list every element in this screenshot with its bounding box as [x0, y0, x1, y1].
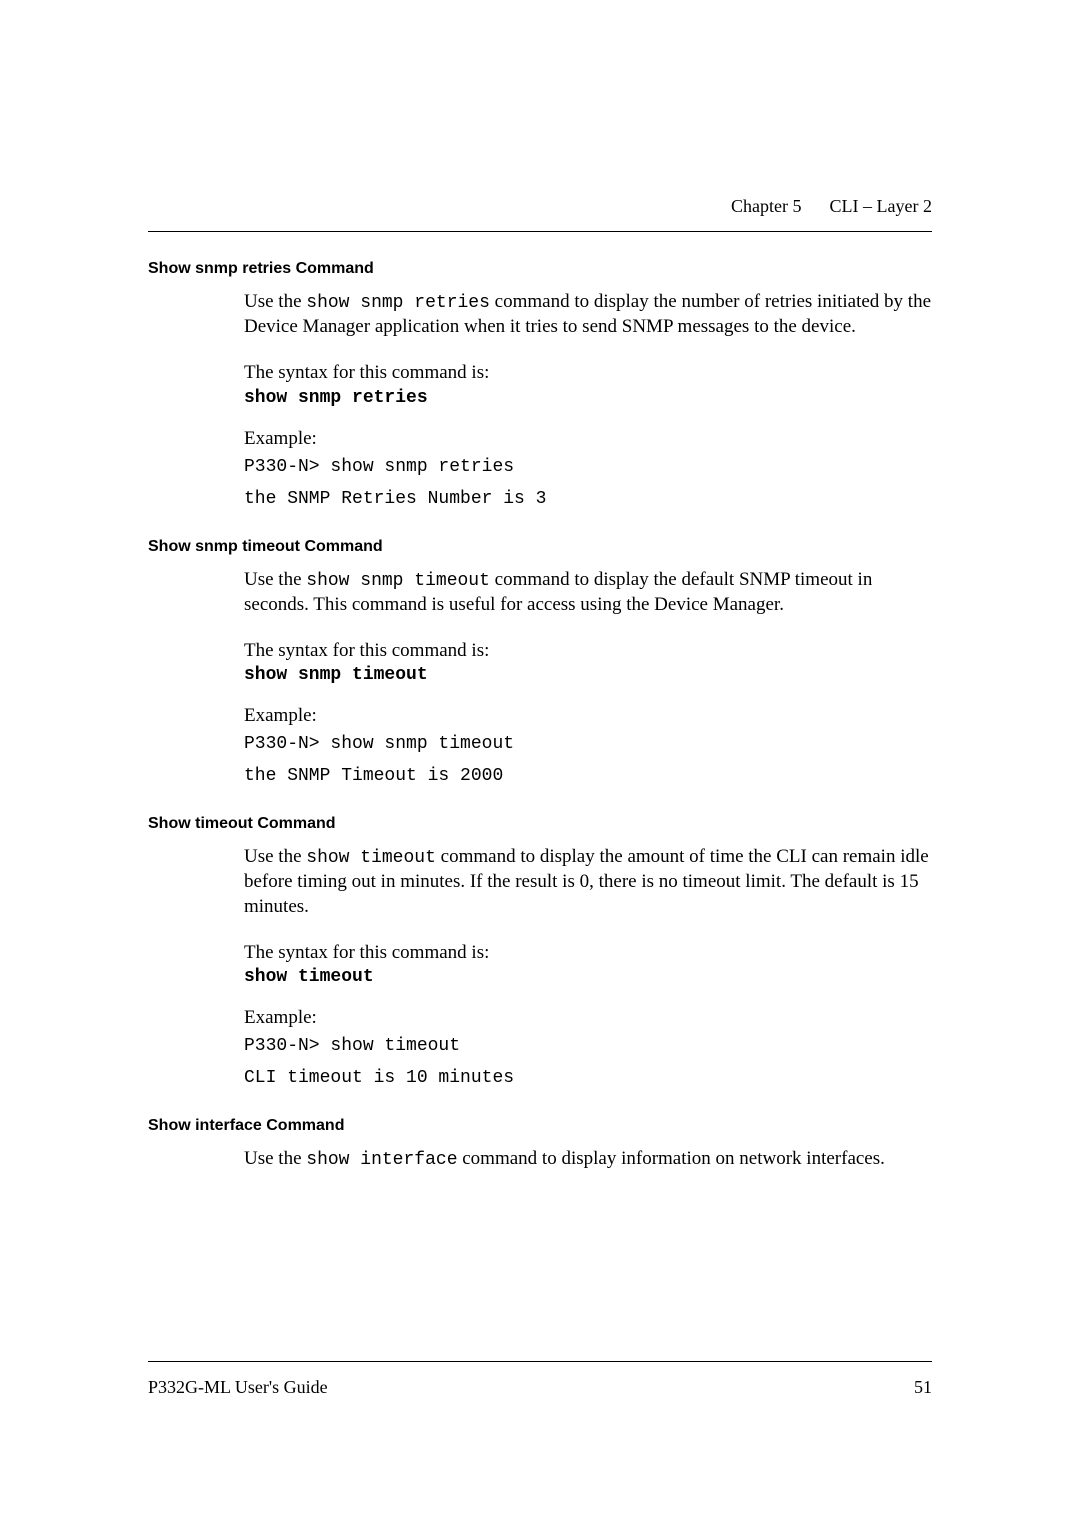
example-line: P330-N> show snmp timeout — [244, 731, 932, 759]
intro-cmd: show timeout — [306, 848, 436, 868]
example-label: Example: — [244, 705, 932, 727]
intro-pre: Use the — [244, 291, 306, 312]
page-header: Chapter 5 CLI – Layer 2 — [148, 196, 932, 217]
example-label: Example: — [244, 428, 932, 450]
footer-rule — [148, 1361, 932, 1362]
intro-cmd: show snmp timeout — [306, 571, 490, 591]
example-line: the SNMP Retries Number is 3 — [244, 486, 932, 514]
example-line: P330-N> show timeout — [244, 1033, 932, 1061]
intro-para-interface: Use the show interface command to displa… — [244, 1147, 932, 1172]
intro-pre: Use the — [244, 846, 306, 867]
example-line: CLI timeout is 10 minutes — [244, 1065, 932, 1093]
syntax-cmd: show timeout — [244, 967, 932, 987]
intro-para-snmp-retries: Use the show snmp retries command to dis… — [244, 290, 932, 340]
example-line: the SNMP Timeout is 2000 — [244, 763, 932, 791]
syntax-label: The syntax for this command is: — [244, 638, 932, 664]
syntax-cmd: show snmp retries — [244, 388, 932, 408]
section-heading-snmp-timeout: Show snmp timeout Command — [148, 538, 932, 556]
section-heading-snmp-retries: Show snmp retries Command — [148, 260, 932, 278]
chapter-title: CLI – Layer 2 — [830, 196, 932, 217]
chapter-label: Chapter 5 — [731, 196, 801, 217]
example-line: P330-N> show snmp retries — [244, 454, 932, 482]
intro-pre: Use the — [244, 1148, 306, 1169]
syntax-label: The syntax for this command is: — [244, 940, 932, 966]
header-rule — [148, 231, 932, 232]
example-label: Example: — [244, 1007, 932, 1029]
footer-page-number: 51 — [914, 1377, 932, 1398]
intro-para-timeout: Use the show timeout command to display … — [244, 845, 932, 920]
footer-guide: P332G-ML User's Guide — [148, 1377, 328, 1398]
section-heading-timeout: Show timeout Command — [148, 815, 932, 833]
intro-post: command to display information on networ… — [458, 1148, 885, 1169]
intro-cmd: show interface — [306, 1150, 457, 1170]
section-heading-interface: Show interface Command — [148, 1117, 932, 1135]
syntax-label: The syntax for this command is: — [244, 360, 932, 386]
intro-cmd: show snmp retries — [306, 293, 490, 313]
intro-pre: Use the — [244, 569, 306, 590]
intro-para-snmp-timeout: Use the show snmp timeout command to dis… — [244, 568, 932, 618]
page-footer: P332G-ML User's Guide 51 — [148, 1377, 932, 1398]
syntax-cmd: show snmp timeout — [244, 665, 932, 685]
